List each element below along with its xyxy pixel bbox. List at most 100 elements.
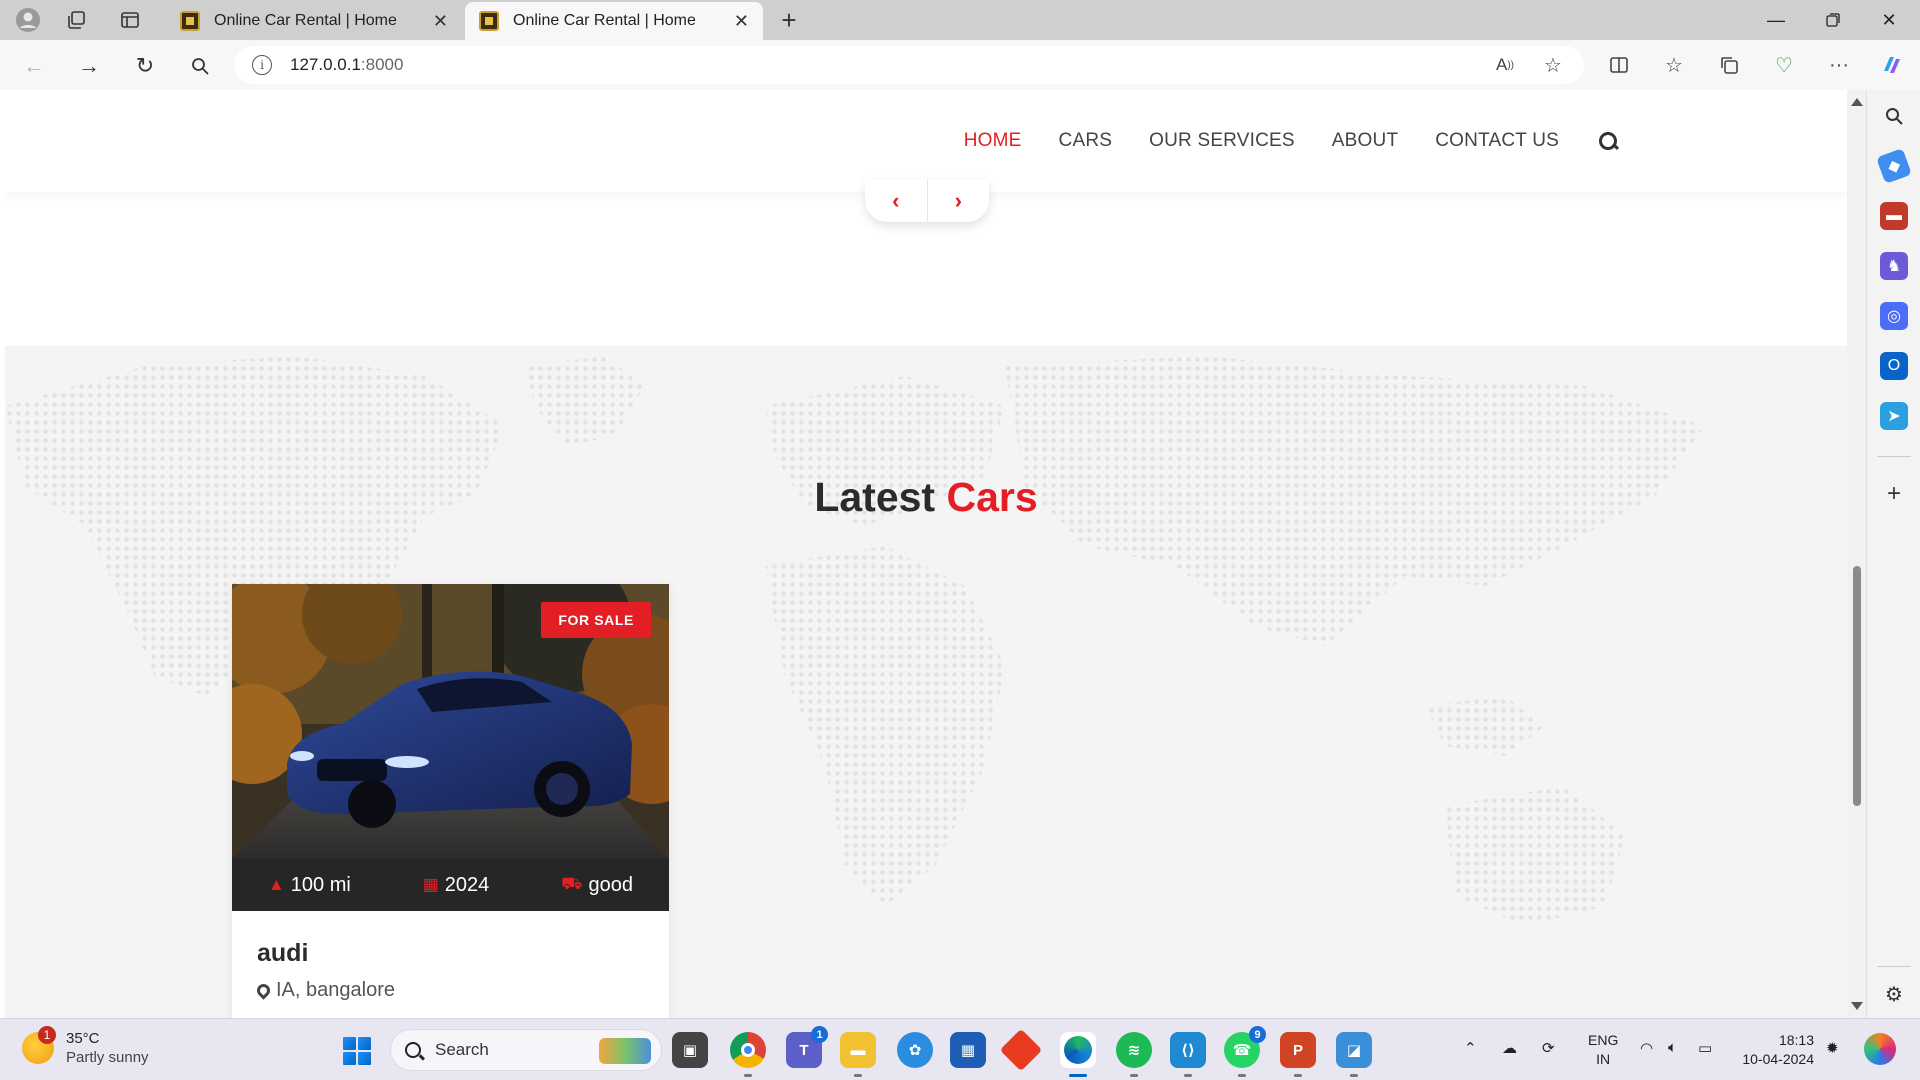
windows-taskbar: 1 35°C Partly sunny Search ▣ T1 ▬ ✿ ▦ ≋ … — [0, 1018, 1920, 1080]
refresh-icon[interactable]: ↻ — [129, 50, 161, 82]
clock-time: 18:13 — [1778, 1032, 1814, 1048]
favorite-star-icon[interactable]: ☆ — [1538, 50, 1568, 80]
car-stats-bar: ▲ 100 mi ▦ 2024 ⛟ good — [232, 859, 669, 911]
search-icon[interactable] — [1597, 130, 1619, 152]
start-button-icon[interactable] — [343, 1037, 371, 1065]
powerpoint-icon[interactable]: P — [1280, 1032, 1316, 1077]
menu-item-contact-us[interactable]: CONTACT US — [1435, 130, 1559, 152]
sidebar-shopping-icon[interactable]: ◆ — [1876, 148, 1912, 184]
git-icon[interactable] — [999, 1028, 1043, 1072]
sync-icon[interactable]: ⟳ — [1542, 1039, 1555, 1057]
scroll-down-icon[interactable] — [1851, 1002, 1863, 1010]
sidebar-divider — [1877, 456, 1911, 457]
slider-next-button[interactable]: › — [928, 180, 990, 222]
sidebar-search-icon[interactable] — [1880, 102, 1908, 130]
taskbar-search-box[interactable]: Search — [390, 1029, 662, 1071]
more-options-icon[interactable]: ··· — [1824, 50, 1854, 80]
weather-widget[interactable]: 1 35°C Partly sunny — [22, 1026, 149, 1067]
volume-icon[interactable]: 🔈︎ — [1668, 1039, 1677, 1056]
page-scrollbar[interactable] — [1847, 90, 1866, 1018]
favorites-icon[interactable]: ☆ — [1659, 50, 1689, 80]
car-icon: ⛟ — [561, 874, 583, 893]
browser-essentials-icon[interactable]: ♡ — [1769, 50, 1799, 80]
chrome-icon[interactable] — [730, 1032, 766, 1077]
site-info-icon[interactable]: i — [252, 55, 272, 75]
restore-icon[interactable] — [1810, 6, 1856, 34]
car-location: IA, bangalore — [254, 979, 395, 1002]
photos-icon[interactable]: ◪ — [1336, 1032, 1372, 1077]
whatsapp-icon[interactable]: ☎ 9 — [1224, 1026, 1266, 1077]
back-icon[interactable]: ← — [18, 50, 50, 82]
language-indicator[interactable]: ENG IN — [1588, 1031, 1618, 1069]
road-icon: ▲ — [267, 875, 285, 894]
teams-icon[interactable]: T1 — [786, 1026, 828, 1068]
collections-icon[interactable] — [1714, 50, 1744, 80]
onedrive-icon[interactable]: ☁ — [1502, 1039, 1517, 1057]
profile-icon[interactable] — [14, 6, 42, 34]
sidebar-m365-icon[interactable]: ◎ — [1880, 302, 1908, 330]
sidebar-games-icon[interactable]: ♞ — [1880, 252, 1908, 280]
weather-alert-badge: 1 — [38, 1026, 56, 1044]
show-hidden-icons[interactable]: ⌃ — [1464, 1039, 1477, 1057]
copilot-app-icon[interactable]: ✿ — [897, 1032, 933, 1068]
task-view-icon[interactable]: ▣ — [672, 1032, 708, 1068]
system-clock[interactable]: 18:13 10-04-2024 — [1736, 1031, 1814, 1069]
tab-title: Online Car Rental | Home — [214, 12, 397, 29]
forward-icon[interactable]: → — [73, 50, 105, 82]
sidebar-add-icon[interactable]: + — [1880, 480, 1908, 508]
tab-active[interactable]: Online Car Rental | Home ✕ — [465, 2, 763, 40]
car-location-text: IA, bangalore — [276, 979, 395, 1001]
clock-date: 10-04-2024 — [1742, 1051, 1814, 1067]
microsoft-store-icon[interactable]: ▦ — [950, 1032, 986, 1068]
car-image[interactable]: FOR SALE — [232, 584, 669, 859]
for-sale-badge: FOR SALE — [541, 602, 651, 638]
car-name[interactable]: audi — [257, 939, 308, 968]
taskbar-search-label: Search — [435, 1040, 489, 1059]
menu-item-cars[interactable]: CARS — [1059, 130, 1113, 152]
workspaces-icon[interactable] — [62, 6, 90, 34]
slider-navigation: ‹ › — [865, 180, 989, 222]
address-bar[interactable]: i 127.0.0.1:8000 — [234, 46, 1584, 84]
edge-icon[interactable] — [1060, 1032, 1096, 1077]
close-tab-icon[interactable]: ✕ — [734, 11, 749, 32]
site-favicon-icon — [479, 11, 499, 31]
search-page-icon[interactable] — [184, 50, 216, 82]
new-tab-icon[interactable]: + — [775, 5, 803, 35]
close-tab-icon[interactable]: ✕ — [433, 11, 448, 32]
wifi-icon[interactable]: ◠ — [1640, 1039, 1653, 1057]
read-aloud-icon[interactable]: A)) — [1490, 50, 1520, 80]
tab-actions-icon[interactable] — [116, 6, 144, 34]
sidebar-drop-icon[interactable]: ➤ — [1880, 402, 1908, 430]
car-card[interactable]: FOR SALE ▲ 100 mi ▦ 2024 ⛟ good audi IA,… — [232, 584, 669, 1018]
menu-item-home[interactable]: HOME — [964, 130, 1022, 152]
mileage-value: 100 mi — [290, 873, 351, 896]
copilot-preview-icon[interactable] — [1864, 1033, 1896, 1065]
spotify-icon[interactable]: ≋ — [1116, 1032, 1152, 1077]
vscode-icon[interactable]: ⟨⟩ — [1170, 1032, 1206, 1077]
copilot-icon[interactable] — [1877, 50, 1907, 80]
site-header: HOME CARS OUR SERVICES ABOUT CONTACT US — [5, 90, 1847, 192]
location-pin-icon — [254, 981, 273, 1000]
close-window-icon[interactable]: ✕ — [1866, 6, 1912, 34]
search-highlight-icon — [599, 1038, 651, 1064]
tab-inactive[interactable]: Online Car Rental | Home ✕ — [166, 2, 462, 40]
minimize-icon[interactable]: — — [1753, 6, 1799, 34]
sidebar-settings-icon[interactable]: ⚙ — [1880, 980, 1908, 1008]
sidebar-tools-icon[interactable]: ▬ — [1880, 202, 1908, 230]
condition-value: good — [588, 873, 634, 896]
battery-icon[interactable]: ▭ — [1698, 1039, 1712, 1057]
sidebar-outlook-icon[interactable]: O — [1880, 352, 1908, 380]
condition-stat: ⛟ good — [561, 874, 633, 897]
scrollbar-thumb[interactable] — [1853, 566, 1861, 806]
menu-item-about[interactable]: ABOUT — [1332, 130, 1398, 152]
notifications-icon[interactable]: ✹ — [1826, 1039, 1839, 1057]
slider-prev-button[interactable]: ‹ — [865, 180, 928, 222]
whatsapp-badge: 9 — [1249, 1026, 1266, 1043]
sidebar-divider — [1877, 966, 1911, 967]
address-url: 127.0.0.1:8000 — [290, 55, 404, 74]
menu-item-our-services[interactable]: OUR SERVICES — [1149, 130, 1295, 152]
year-stat: ▦ 2024 — [423, 874, 490, 897]
file-explorer-icon[interactable]: ▬ — [840, 1032, 876, 1077]
scroll-up-icon[interactable] — [1851, 98, 1863, 106]
split-screen-icon[interactable] — [1604, 50, 1634, 80]
